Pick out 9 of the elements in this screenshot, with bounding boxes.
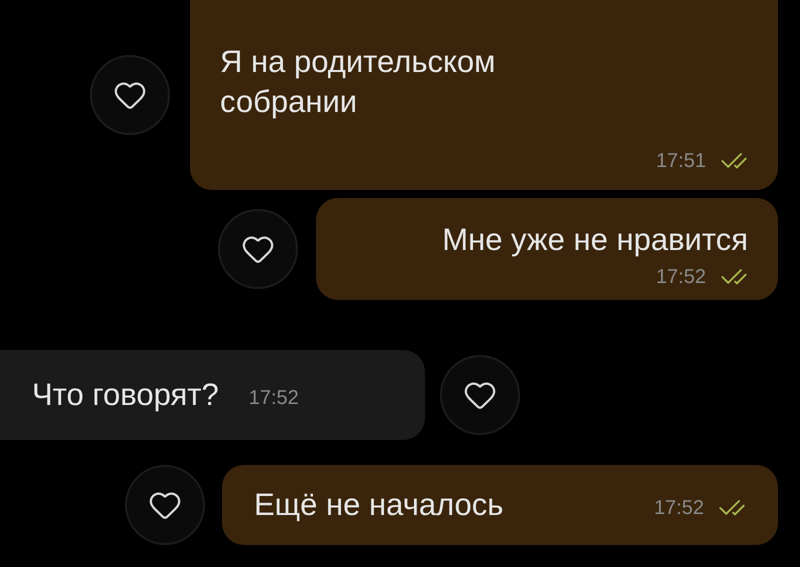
message-text: Что говорят? <box>32 376 219 414</box>
message-text: собрании <box>220 83 358 121</box>
message-time: 17:51 <box>656 149 706 174</box>
message-text: Мне уже не нравится <box>441 221 748 259</box>
message-time: 17:52 <box>248 386 299 411</box>
message-time: 17:52 <box>654 496 704 521</box>
message-text: Ещё не началось <box>254 486 504 524</box>
message-text: Я на родительском <box>220 43 496 81</box>
message-time: 17:52 <box>656 265 706 290</box>
